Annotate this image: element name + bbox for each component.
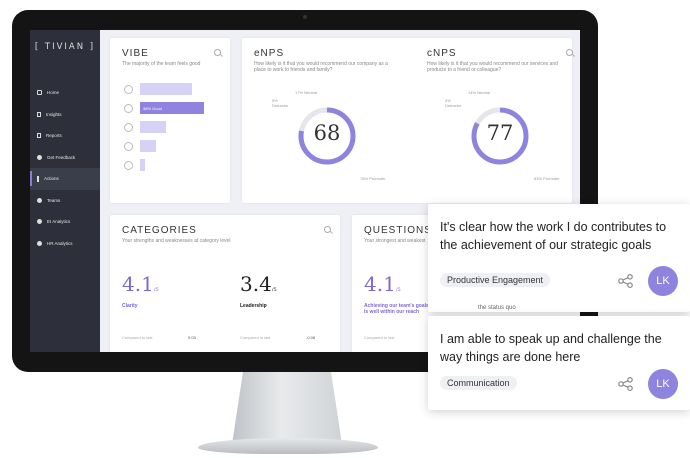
monitor-base — [198, 438, 378, 454]
avatar[interactable]: LK — [648, 369, 678, 399]
webcam-icon — [303, 15, 307, 19]
sidebar-item-label: Reports — [46, 133, 62, 139]
vibe-bar[interactable] — [140, 121, 167, 133]
enps-title: eNPS — [254, 48, 285, 59]
feedback-icon — [37, 154, 42, 160]
sidebar-item-label: EI Analytics — [47, 219, 71, 225]
questions-title: QUESTIONS — [364, 225, 432, 236]
sidebar-item-hr-analytics[interactable]: HR Analytics — [30, 233, 100, 255]
search-icon[interactable] — [566, 49, 573, 56]
categories-title: CATEGORIES — [122, 225, 197, 236]
search-icon[interactable] — [214, 49, 221, 56]
categories-subtitle: Your strengths and weaknesses at categor… — [122, 238, 231, 244]
compare-label: Compared to last — [122, 335, 153, 340]
enps-subtitle: How likely is it that you would recommen… — [254, 61, 388, 73]
compare-label: Compared to last — [364, 335, 395, 340]
sidebar-item-ei-analytics[interactable]: EI Analytics — [30, 211, 100, 233]
search-icon[interactable] — [324, 226, 331, 233]
enps-card: eNPS How likely is it that you would rec… — [242, 38, 573, 203]
analytics-icon — [37, 240, 42, 246]
monitor-stand — [232, 372, 342, 444]
sidebar-item-get-feedback[interactable]: Get Feedback — [30, 147, 100, 169]
sidebar-item-label: Home — [47, 90, 60, 96]
team-icon — [37, 197, 42, 203]
sidebar-item-label: HR Analytics — [47, 240, 73, 246]
sidebar-item-reports[interactable]: Reports — [30, 125, 100, 147]
enps-detractor-label: 5% Detractor — [272, 98, 289, 108]
enps-neutral-label: 17% Neutral — [295, 90, 318, 95]
mood-face-icon — [124, 103, 133, 113]
question-score: 4.1/5 — [364, 272, 401, 296]
vibe-bar[interactable] — [140, 140, 156, 152]
vibe-bar[interactable] — [140, 83, 192, 95]
sidebar-item-label: Get Feedback — [47, 154, 76, 160]
categories-card: CATEGORIES Your strengths and weaknesses… — [110, 215, 340, 352]
share-icon[interactable] — [618, 274, 634, 288]
compare-label: Compared to last — [240, 335, 271, 340]
bulb-icon — [37, 175, 39, 182]
sidebar-item-actions[interactable]: Actions — [30, 168, 100, 190]
sidebar-item-label: Actions — [44, 176, 59, 182]
analytics-icon — [37, 219, 42, 225]
vibe-subtitle: The majority of the team feels good — [122, 61, 201, 67]
question-text: Achieving our team's goals is well withi… — [364, 303, 429, 315]
cnps-detractor-label: 3% Detractor — [445, 98, 462, 108]
sidebar-item-teams[interactable]: Teams — [30, 190, 100, 212]
category-tag[interactable]: Communication — [440, 376, 517, 390]
share-icon[interactable] — [618, 377, 634, 391]
vibe-title: VIBE — [122, 48, 149, 59]
mood-face-icon — [124, 141, 133, 151]
insights-icon — [37, 111, 41, 117]
sidebar-item-insights[interactable]: Insights — [30, 104, 100, 126]
house-icon — [37, 90, 42, 96]
category-score: 4.1/5 — [122, 272, 159, 296]
mood-face-icon — [124, 122, 133, 132]
cnps-neutral-label: 14% Neutral — [468, 90, 491, 95]
category-name: Clarity — [122, 303, 138, 309]
mood-face-icon — [124, 84, 133, 94]
mood-face-icon — [124, 160, 133, 170]
vibe-card: VIBE The majority of the team feels good… — [110, 38, 230, 203]
sidebar: [ TIVIAN ] Home Insights Reports Get Fee… — [30, 30, 100, 352]
sidebar-item-home[interactable]: Home — [30, 82, 100, 104]
category-tag[interactable]: Productive Engagement — [440, 273, 551, 287]
sidebar-item-label: Teams — [47, 197, 61, 203]
cnps-subtitle: How likely is it that you would recommen… — [427, 61, 558, 73]
category-score: 3.4/5 — [240, 272, 277, 296]
vibe-bar[interactable] — [140, 159, 145, 171]
avatar[interactable]: LK — [648, 266, 678, 296]
cnps-title: cNPS — [427, 48, 457, 59]
feedback-card[interactable]: It's clear how the work I do contributes… — [428, 204, 690, 312]
sidebar-nav: Home Insights Reports Get Feedback Actio… — [30, 82, 100, 254]
card-behind-snippet: the status quo — [478, 305, 516, 311]
feedback-text: I am able to speak up and challenge the … — [440, 332, 662, 364]
cnps-score: 77 — [486, 121, 514, 145]
report-icon — [37, 133, 41, 139]
enps-promoter-label: 78% Promoter — [360, 176, 386, 181]
compare-delta: 0.03 — [188, 335, 196, 340]
vibe-bar-label: 38% Good — [143, 106, 162, 111]
cnps-promoter-label: 83% Promoter — [534, 176, 560, 181]
compare-delta: -0.08 — [306, 335, 316, 340]
enps-score: 68 — [313, 121, 341, 145]
feedback-text: It's clear how the work I do contributes… — [440, 220, 667, 252]
questions-subtitle: Your strongest and weakest — [364, 238, 426, 244]
app-logo[interactable]: [ TIVIAN ] — [34, 42, 96, 52]
category-name: Leadership — [240, 303, 267, 309]
feedback-card[interactable]: I am able to speak up and challenge the … — [428, 316, 690, 410]
sidebar-item-label: Insights — [46, 111, 62, 117]
